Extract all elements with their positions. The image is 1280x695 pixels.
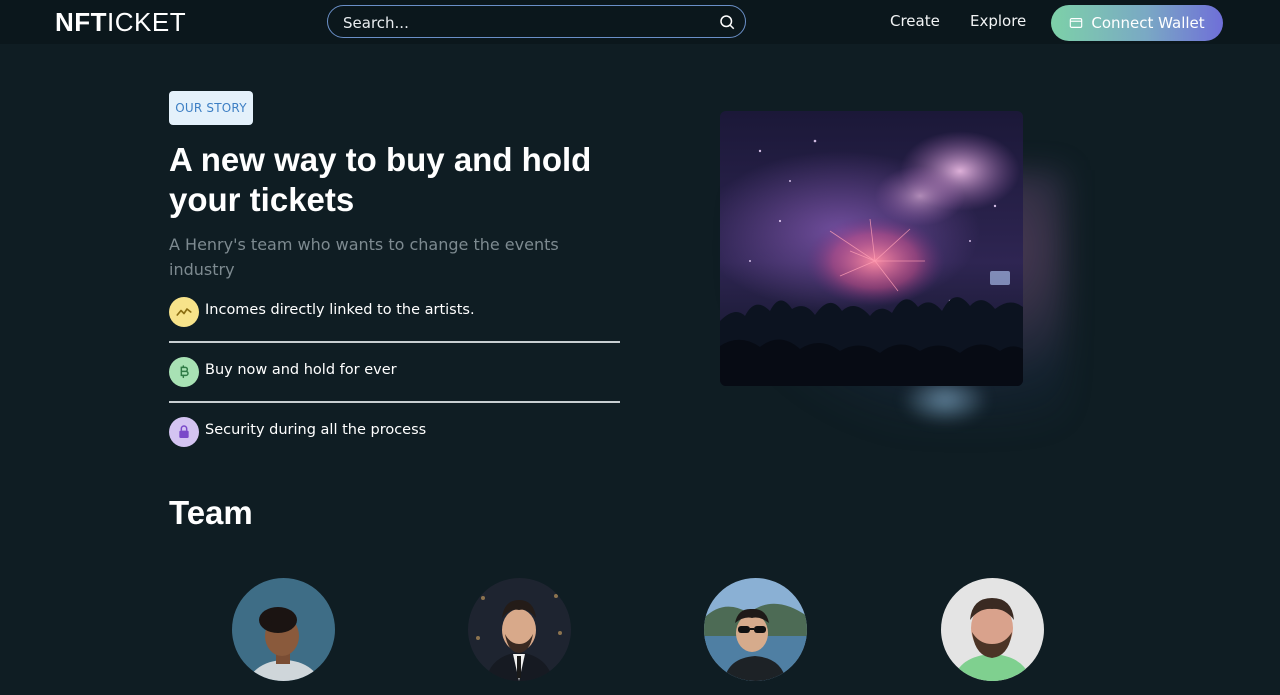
- feature-item-security: Security during all the process: [169, 417, 620, 447]
- bitcoin-icon: [169, 357, 199, 387]
- connect-wallet-label: Connect Wallet: [1091, 14, 1205, 32]
- trend-icon: [169, 297, 199, 327]
- lock-icon: [169, 417, 199, 447]
- feature-label: Security during all the process: [205, 422, 427, 438]
- top-navbar: NFTICKET Create Explore Connect Wallet: [0, 0, 1280, 44]
- hero-subline: A Henry's team who wants to change the e…: [169, 235, 559, 279]
- search-input[interactable]: [341, 11, 705, 35]
- feature-label: Buy now and hold for ever: [205, 362, 397, 378]
- hero-headline: A new way to buy and hold your tickets: [169, 141, 592, 218]
- concert-fireworks-image: [720, 111, 1023, 386]
- logo-light-text: ICKET: [107, 7, 187, 37]
- search-bar: [327, 5, 746, 38]
- avatar[interactable]: [468, 578, 571, 681]
- feature-divider: [169, 401, 620, 403]
- logo-bold-text: NFT: [55, 7, 108, 37]
- feature-label: Incomes directly linked to the artists.: [205, 302, 475, 318]
- team-member-card[interactable]: [704, 578, 808, 682]
- nav-link-create[interactable]: Create: [890, 12, 940, 30]
- wallet-icon: [1070, 18, 1083, 28]
- connect-wallet-button[interactable]: Connect Wallet: [1051, 5, 1223, 41]
- feature-item-artists: Incomes directly linked to the artists.: [169, 297, 620, 327]
- nav-link-explore[interactable]: Explore: [970, 12, 1026, 30]
- feature-item-hold: Buy now and hold for ever: [169, 357, 620, 387]
- avatar[interactable]: [232, 578, 335, 681]
- feature-divider: [169, 341, 620, 343]
- nfticket-logo[interactable]: NFTICKET: [55, 7, 186, 37]
- our-story-badge: OUR STORY: [169, 91, 253, 125]
- team-member-card[interactable]: [232, 578, 336, 682]
- team-member-card[interactable]: [468, 578, 572, 682]
- avatar[interactable]: [704, 578, 807, 681]
- search-icon[interactable]: [718, 13, 736, 31]
- avatar[interactable]: [941, 578, 1044, 681]
- team-section-title: Team: [169, 494, 253, 531]
- team-member-card[interactable]: [941, 578, 1045, 682]
